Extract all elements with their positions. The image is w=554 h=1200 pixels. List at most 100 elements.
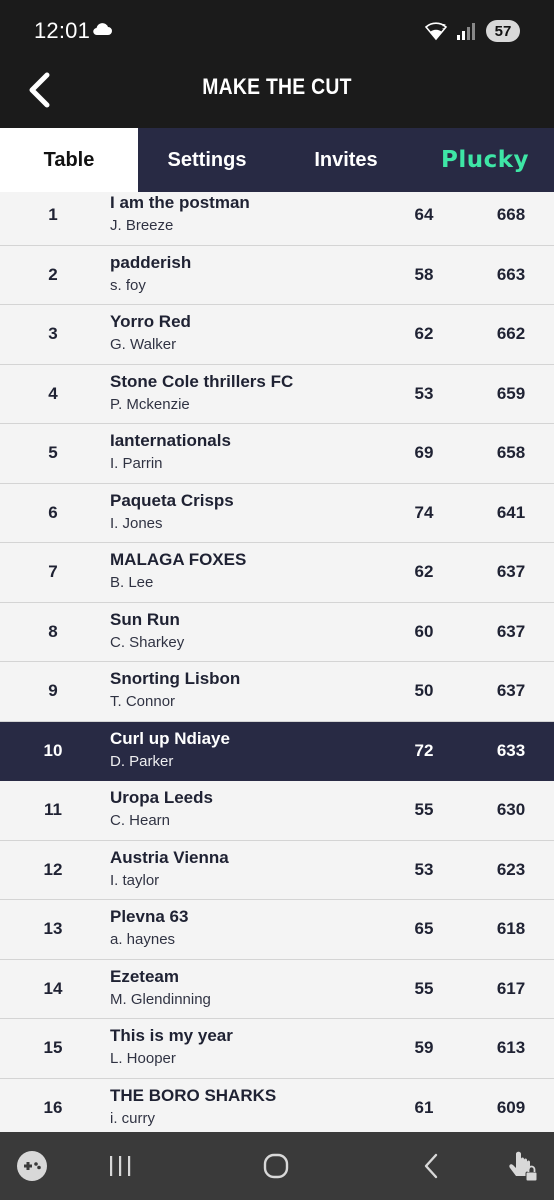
row-rank: 16 [43,1097,63,1117]
row-rank: 5 [48,443,58,463]
row-gameweek-points: 72 [414,740,434,760]
table-row[interactable]: 16 THE BORO SHARKS i. curry 61 609 [0,1078,554,1132]
status-bar: 12:01 5 57 [0,0,554,60]
row-rank: 12 [43,859,63,879]
row-manager-name: I. Jones [110,514,163,532]
row-total-points: 617 [496,978,526,998]
row-manager-name: T. Connor [110,693,176,710]
row-rank: 1 [48,205,58,225]
table-row[interactable]: 8 Sun Run C. Sharkey 60 637 [0,602,554,662]
row-rank: 10 [43,740,63,760]
row-rank: 14 [43,978,63,998]
row-total-points: 637 [496,621,526,641]
tab-bar: Table Settings Invites Plucky [0,128,554,192]
row-gameweek-points: 74 [414,502,434,522]
row-team-name: Ezeteam [110,966,179,986]
row-team-name: Yorro Red [110,312,191,331]
table-row[interactable]: 1 I am the postman J. Breeze 64 668 [0,192,554,246]
status-right: 5 57 [424,18,520,44]
row-gameweek-points: 50 [414,681,434,701]
row-manager-name: M. Glendinning [110,990,211,1008]
row-rank: 13 [43,919,63,939]
row-team-name: I am the postman [110,193,250,212]
table-row[interactable]: 3 Yorro Red G. Walker 62 662 [0,305,554,365]
signal-icon [457,23,475,40]
table-row[interactable]: 7 MALAGA FOXES B. Lee 62 637 [0,543,554,603]
row-total-points: 658 [496,443,526,463]
row-gameweek-points: 53 [414,859,434,879]
row-total-points: 668 [496,205,526,225]
table-row[interactable]: 5 Ianternationals I. Parrin 69 658 [0,424,554,484]
row-rank: 11 [44,800,62,820]
touch-lock-button[interactable] [502,1146,542,1186]
row-total-points: 662 [496,324,526,344]
page-title: MAKE THE CUT [202,74,352,99]
row-manager-name: I. taylor [110,871,160,889]
row-total-points: 659 [496,383,526,403]
row-gameweek-points: 62 [414,324,434,344]
row-gameweek-points: 58 [414,264,434,284]
tab-invites[interactable]: Invites [276,128,416,192]
row-manager-name: s. foy [110,276,146,294]
table-row[interactable]: 10 Curl up Ndiaye D. Parker 72 633 [0,721,554,781]
row-total-points: 637 [496,562,526,582]
row-rank: 9 [48,681,58,701]
row-team-name: Curl up Ndiaye [110,728,230,748]
row-rank: 7 [48,562,58,582]
row-team-name: Sun Run [110,609,180,629]
cloud-icon [93,23,112,36]
table-row[interactable]: 12 Austria Vienna I. taylor 53 623 [0,840,554,900]
table-row[interactable]: 11 Uropa Leeds C. Hearn 55 630 [0,781,554,841]
row-gameweek-points: 60 [414,621,434,641]
svg-text:5: 5 [442,23,446,31]
row-total-points: 641 [496,502,526,522]
row-team-name: Stone Cole thrillers FC [110,371,294,391]
row-total-points: 613 [496,1038,526,1058]
row-total-points: 630 [496,800,526,820]
row-manager-name: I. Parrin [110,455,163,472]
row-total-points: 618 [496,919,526,939]
recents-button[interactable] [100,1146,140,1186]
table-row[interactable]: 15 This is my year L. Hooper 59 613 [0,1019,554,1079]
app-root: 12:01 5 57 MAKE THE CUT Table Settings I… [0,0,554,1200]
row-manager-name: D. Parker [110,752,174,770]
league-table-rows: 1I am the postman J. Breeze 64 668 2 padderis… [0,192,554,1132]
row-manager-name: J. Breeze [110,217,174,234]
row-team-name: THE BORO SHARKS [110,1085,277,1105]
row-manager-name: L. Hooper [110,1050,176,1067]
game-launcher-button[interactable] [12,1146,52,1186]
table-row[interactable]: 6 Paqueta Crisps I. Jones 74 641 [0,483,554,543]
app-header: MAKE THE CUT [0,60,554,128]
tab-settings[interactable]: Settings [138,128,276,192]
touch-lock-icon [509,1151,538,1182]
row-team-name: Paqueta Crisps [110,490,234,510]
row-gameweek-points: 65 [414,919,434,939]
league-table[interactable]: 1I am the postman J. Breeze 64 668 2 padderis… [0,192,554,1132]
system-back-button[interactable] [411,1146,451,1186]
home-button[interactable] [256,1146,296,1186]
system-nav-bar [0,1132,554,1200]
row-team-name: padderish [110,252,192,272]
table-row[interactable]: 4 Stone Cole thrillers FC P. Mckenzie 53 659 [0,364,554,424]
row-manager-name: C. Hearn [110,812,171,829]
row-manager-name: G. Walker [110,336,177,353]
table-row[interactable]: 2 padderish s. foy 58 663 [0,245,554,305]
wifi-icon: 5 [424,22,448,41]
row-rank: 2 [48,264,58,284]
tab-table[interactable]: Table [0,128,138,192]
table-row[interactable]: 14 Ezeteam M. Glendinning 55 617 [0,959,554,1019]
battery-indicator: 57 [486,20,520,42]
row-manager-name: B. Lee [110,574,154,591]
row-team-name: This is my year [110,1026,233,1045]
tab-plucky[interactable]: Plucky [416,128,554,192]
row-gameweek-points: 55 [414,800,434,820]
row-gameweek-points: 53 [414,383,434,403]
row-team-name: Plevna 63 [110,907,189,926]
table-row[interactable]: 9 Snorting Lisbon T. Connor 50 637 [0,662,554,722]
row-manager-name: a. haynes [110,931,176,948]
row-gameweek-points: 55 [414,978,434,998]
row-rank: 15 [43,1038,63,1058]
row-gameweek-points: 59 [414,1038,434,1058]
table-row[interactable]: 13 Plevna 63 a. haynes 65 618 [0,900,554,960]
status-time: 12:01 [34,18,91,43]
